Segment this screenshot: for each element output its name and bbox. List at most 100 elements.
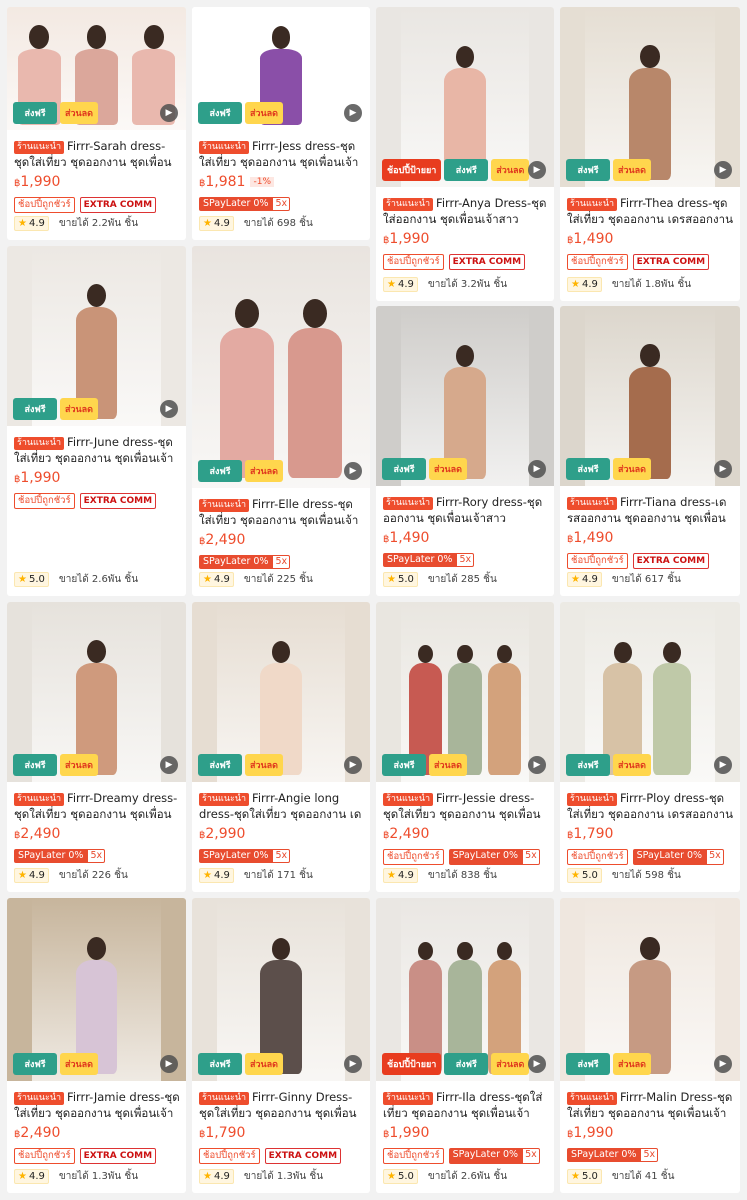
product-title[interactable]: ร้านแนะนำ Firrr-Tiana dress-เดรสออกงาน ชุ… (567, 494, 734, 526)
product-card[interactable]: ส่งฟรี ส่วนลด ▶ ร้านแนะนำ Firrr-June dress-ช… (7, 246, 186, 596)
product-card[interactable]: ส่งฟรี ส่วนลด ▶ ร้านแนะนำ Firrr-Dreamy dress… (7, 602, 186, 892)
product-image[interactable]: ส่งฟรี ส่วนลด ▶ (192, 898, 370, 1081)
sold-prefix: ขายได้ (58, 1171, 89, 1182)
product-price: ฿1,990 (567, 1125, 613, 1141)
promo-badges: ส่งฟรี ส่วนลด (13, 398, 98, 420)
product-title[interactable]: ร้านแนะนำ Firrr-June dress-ชุดใส่เที่ยว ช… (14, 434, 180, 466)
product-image[interactable]: ส่งฟรี ส่วนลด ▶ (192, 7, 370, 130)
product-card[interactable]: ส่งฟรี ส่วนลด ▶ ร้านแนะนำ Firrr-Jess dress-ช… (192, 7, 370, 240)
product-card[interactable]: ช้อปปี้ป้ายยา ส่งฟรี ส่วนลด ▶ ร้านแนะนำ Firrr… (376, 7, 554, 301)
play-icon[interactable]: ▶ (160, 400, 178, 418)
spaylater-tag: SPayLater 0% 5x (567, 1148, 659, 1162)
product-image[interactable]: ส่งฟรี ส่วนลด ▶ (376, 306, 554, 486)
product-title[interactable]: ร้านแนะนำ Firrr-Angie long dress-ชุดใส่เท… (199, 790, 364, 822)
product-card[interactable]: ส่งฟรี ส่วนลด ▶ ร้านแนะนำ Firrr-Ginny Dress-… (192, 898, 370, 1193)
product-title[interactable]: ร้านแนะนำ Firrr-Dreamy dress-ชุดใส่เที่ยว… (14, 790, 180, 822)
promo-badges: ส่งฟรี ส่วนลด (13, 102, 98, 124)
product-card[interactable]: ส่งฟรี ส่วนลด ▶ ร้านแนะนำ Firrr-Sarah dress-… (7, 7, 186, 240)
rating-row: ★ 5.0 ขายได้ 41 ชิ้น (567, 1169, 674, 1184)
product-title[interactable]: ร้านแนะนำ Firrr-Jess dress-ชุดใส่เที่ยว ช… (199, 138, 364, 170)
product-card[interactable]: ส่งฟรี ส่วนลด ▶ ร้านแนะนำ Firrr-Malin Dress-… (560, 898, 740, 1193)
product-card[interactable]: ส่งฟรี ส่วนลด ▶ ร้านแนะนำ Firrr-Jessie dress… (376, 602, 554, 892)
product-image[interactable]: ส่งฟรี ส่วนลด ▶ (192, 246, 370, 488)
product-image[interactable]: ส่งฟรี ส่วนลด ▶ (7, 602, 186, 782)
free-shipping-badge: ส่งฟรี (198, 754, 242, 776)
play-icon[interactable]: ▶ (344, 462, 362, 480)
play-icon[interactable]: ▶ (528, 1055, 546, 1073)
recommended-tag: ร้านแนะนำ (199, 1092, 250, 1105)
play-icon[interactable]: ▶ (528, 756, 546, 774)
sold-count: ขายได้ 2.6พัน ชิ้น (428, 1169, 507, 1184)
product-title[interactable]: ร้านแนะนำ Firrr-Ginny Dress-ชุดใส่เที่ยว … (199, 1089, 364, 1121)
product-image[interactable]: ช้อปปี้ป้ายยา ส่งฟรี ส่วนลด ▶ (376, 7, 554, 187)
recommended-tag: ร้านแนะนำ (567, 793, 618, 806)
product-title[interactable]: ร้านแนะนำ Firrr-Thea dress-ชุดใส่เที่ยว ช… (567, 195, 734, 227)
model-figure (220, 298, 274, 479)
product-card[interactable]: ส่งฟรี ส่วนลด ▶ ร้านแนะนำ Firrr-Thea dress-ช… (560, 7, 740, 301)
product-title[interactable]: ร้านแนะนำ Firrr-Rory dress-ชุดออกงาน ชุดเ… (383, 494, 548, 526)
product-card[interactable]: ช้อปปี้ป้ายยา ส่งฟรี ส่วนลด ▶ ร้านแนะนำ Firrr… (376, 898, 554, 1193)
product-image[interactable]: ส่งฟรี ส่วนลด ▶ (560, 898, 740, 1081)
play-icon[interactable]: ▶ (528, 161, 546, 179)
product-card[interactable]: ส่งฟรี ส่วนลด ▶ ร้านแนะนำ Firrr-Tiana dress-… (560, 306, 740, 596)
promo-badges: ส่งฟรี ส่วนลด (566, 754, 651, 776)
play-icon[interactable]: ▶ (160, 1055, 178, 1073)
product-price: ฿2,490 (14, 1125, 60, 1141)
product-card[interactable]: ส่งฟรี ส่วนลด ▶ ร้านแนะนำ Firrr-Rory dress-ช… (376, 306, 554, 596)
product-card[interactable]: ส่งฟรี ส่วนลด ▶ ร้านแนะนำ Firrr-Angie long d… (192, 602, 370, 892)
play-icon[interactable]: ▶ (714, 460, 732, 478)
product-image[interactable]: ส่งฟรี ส่วนลด ▶ (7, 246, 186, 426)
product-card[interactable]: ส่งฟรี ส่วนลด ▶ ร้านแนะนำ Firrr-Elle dress-ช… (192, 246, 370, 596)
rating-value: 4.9 (213, 218, 230, 229)
product-image[interactable]: ส่งฟรี ส่วนลด ▶ (7, 7, 186, 130)
play-icon[interactable]: ▶ (344, 756, 362, 774)
product-title[interactable]: ร้านแนะนำ Firrr-Jessie dress-ชุดใส่เที่ยว… (383, 790, 548, 822)
play-icon[interactable]: ▶ (714, 1055, 732, 1073)
rating-row: ★ 5.0 ขายได้ 2.6พัน ชิ้น (383, 1169, 507, 1184)
product-image[interactable]: ช้อปปี้ป้ายยา ส่งฟรี ส่วนลด ▶ (376, 898, 554, 1081)
sold-count: ขายได้ 285 ชิ้น (428, 572, 497, 587)
product-title[interactable]: ร้านแนะนำ Firrr-Anya Dress-ชุดใส่ออกงาน ช… (383, 195, 548, 227)
product-title[interactable]: ร้านแนะนำ Firrr-Sarah dress-ชุดใส่เที่ยว … (14, 138, 180, 170)
price-value: 1,990 (389, 1125, 430, 1141)
sold-prefix: ขายได้ (243, 870, 274, 881)
product-title[interactable]: ร้านแนะนำ Firrr-Ila dress-ชุดใส่เที่ยว ชุ… (383, 1089, 548, 1121)
model-figure (288, 298, 342, 479)
sold-count: ขายได้ 1.3พัน ชิ้น (244, 1169, 323, 1184)
discount-badge: ส่วนลด (613, 1053, 651, 1075)
discount-badge: ส่วนลด (429, 754, 467, 776)
spaylater-installments: 5x (272, 197, 291, 211)
free-shipping-badge: ส่งฟรี (382, 754, 426, 776)
shopee-cheap-tag: ช้อปปี้ถูกชัวร์ (567, 553, 628, 569)
product-image[interactable]: ส่งฟรี ส่วนลด ▶ (376, 602, 554, 782)
product-card[interactable]: ส่งฟรี ส่วนลด ▶ ร้านแนะนำ Firrr-Ploy dress-ช… (560, 602, 740, 892)
product-price: ฿1,790 (199, 1125, 245, 1141)
play-icon[interactable]: ▶ (714, 161, 732, 179)
product-title[interactable]: ร้านแนะนำ Firrr-Jamie dress-ชุดใส่เที่ยว … (14, 1089, 180, 1121)
promo-badges: ช้อปปี้ป้ายยา ส่งฟรี ส่วนลด (382, 159, 530, 181)
product-price: ฿1,990 (383, 1125, 429, 1141)
product-image[interactable]: ส่งฟรี ส่วนลด ▶ (560, 602, 740, 782)
product-card[interactable]: ส่งฟรี ส่วนลด ▶ ร้านแนะนำ Firrr-Jamie dress-… (7, 898, 186, 1193)
play-icon[interactable]: ▶ (344, 1055, 362, 1073)
product-title[interactable]: ร้านแนะนำ Firrr-Ploy dress-ชุดใส่เที่ยว ช… (567, 790, 734, 822)
sold-prefix: ขายได้ (243, 218, 274, 229)
sold-value: 225 ชิ้น (276, 574, 313, 585)
rating-badge: ★ 4.9 (567, 277, 602, 292)
play-icon[interactable]: ▶ (160, 104, 178, 122)
play-icon[interactable]: ▶ (160, 756, 178, 774)
product-title[interactable]: ร้านแนะนำ Firrr-Elle dress-ชุดใส่เที่ยว ช… (199, 496, 364, 528)
product-image[interactable]: ส่งฟรี ส่วนลด ▶ (7, 898, 186, 1081)
play-icon[interactable]: ▶ (714, 756, 732, 774)
play-icon[interactable]: ▶ (528, 460, 546, 478)
price-value: 1,990 (389, 231, 430, 247)
shopee-cheap-tag: ช้อปปี้ถูกชัวร์ (567, 254, 628, 270)
rating-value: 4.9 (581, 279, 598, 290)
free-shipping-badge: ส่งฟรี (566, 754, 610, 776)
product-title[interactable]: ร้านแนะนำ Firrr-Malin Dress-ชุดใส่เที่ยว … (567, 1089, 734, 1121)
product-image[interactable]: ส่งฟรี ส่วนลด ▶ (560, 7, 740, 187)
product-image[interactable]: ส่งฟรี ส่วนลด ▶ (560, 306, 740, 486)
model-figure (652, 641, 692, 775)
product-image[interactable]: ส่งฟรี ส่วนลด ▶ (192, 602, 370, 782)
play-icon[interactable]: ▶ (344, 104, 362, 122)
